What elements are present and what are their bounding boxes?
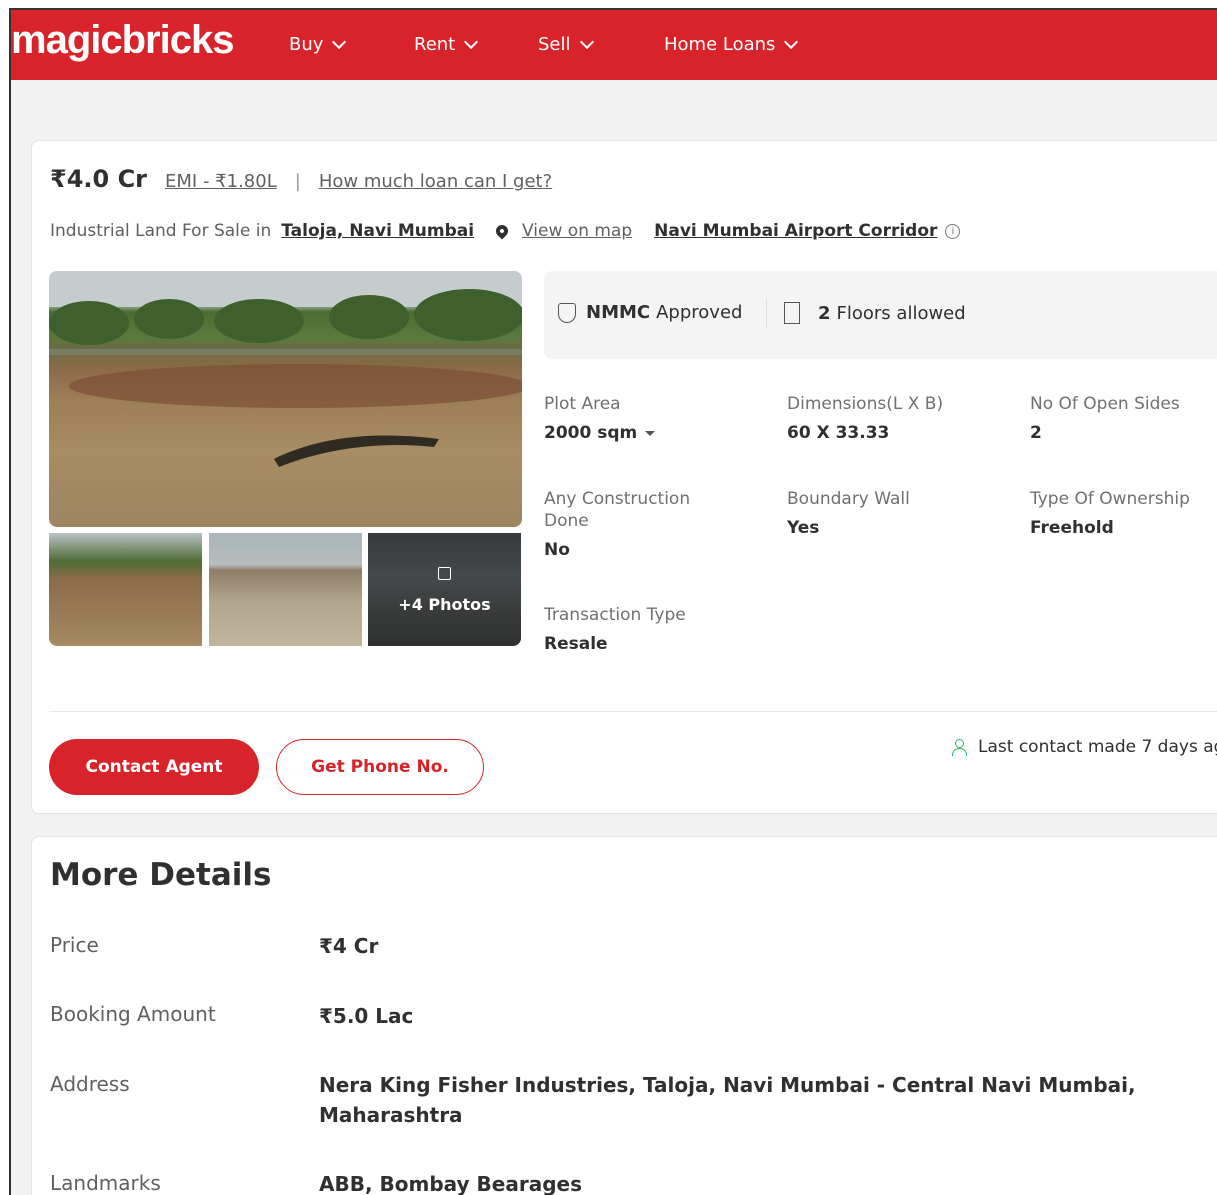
attr-ownership: Type Of Ownership Freehold	[1030, 488, 1217, 538]
detail-value: ₹5.0 Lac	[319, 1004, 414, 1028]
gallery-icon	[438, 567, 451, 580]
attr-label: Dimensions(L X B)	[787, 394, 944, 414]
user-icon	[952, 739, 967, 756]
property-type-text: Industrial Land For Sale in	[50, 221, 272, 241]
separator: |	[294, 171, 301, 192]
listing-price: ₹4.0 Cr	[50, 165, 148, 193]
attr-open-sides: No Of Open Sides 2	[1030, 393, 1217, 443]
attr-label: Transaction Type	[544, 605, 686, 625]
chevron-down-icon	[332, 34, 347, 50]
feature-bar: NMMC Approved 2 Floors allowed	[544, 271, 1217, 359]
more-photos-thumbnail[interactable]: +4 Photos	[368, 533, 521, 646]
approval-feature: NMMC Approved	[558, 302, 742, 323]
chevron-down-icon	[464, 34, 479, 50]
attr-label: Any Construction Done	[544, 489, 691, 531]
locality-link[interactable]: Taloja, Navi Mumbai	[281, 221, 474, 241]
photo-thumbnail[interactable]	[49, 533, 202, 646]
loan-eligibility-link[interactable]: How much loan can I get?	[319, 171, 552, 192]
attr-label: No Of Open Sides	[1030, 394, 1180, 414]
attr-value: 60 X 33.33	[787, 423, 890, 443]
attr-dimensions: Dimensions(L X B) 60 X 33.33	[787, 393, 987, 443]
magicbricks-logo[interactable]: magicbricks	[11, 18, 234, 63]
detail-value: ABB, Bombay Bearages	[319, 1172, 582, 1195]
shield-check-icon	[558, 302, 576, 323]
nav-sell[interactable]: Sell	[538, 34, 594, 55]
view-on-map-link[interactable]: View on map	[522, 221, 632, 241]
chevron-down-icon	[579, 34, 594, 50]
last-contact-text: Last contact made 7 days ago	[978, 737, 1217, 757]
divider	[49, 711, 1217, 712]
attr-value: No	[544, 540, 570, 560]
attr-label: Plot Area	[544, 394, 621, 414]
attr-construction: Any Construction Done No	[544, 488, 724, 560]
nav-buy[interactable]: Buy	[289, 34, 347, 55]
detail-value: ₹4 Cr	[319, 934, 379, 958]
chevron-down-icon	[784, 34, 799, 50]
floors-feature: 2 Floors allowed	[784, 302, 966, 324]
more-photos-label: +4 Photos	[398, 595, 491, 614]
main-property-photo[interactable]	[49, 271, 522, 527]
nav-sell-label: Sell	[538, 34, 571, 55]
caret-down-icon	[645, 430, 656, 436]
location-row: Industrial Land For Sale in Taloja, Navi…	[50, 221, 961, 241]
attr-value: Resale	[544, 634, 608, 654]
emi-link[interactable]: EMI - ₹1.80L	[165, 171, 277, 192]
thumbnail-overlay	[368, 533, 521, 646]
info-icon[interactable]: i	[945, 223, 961, 239]
approval-text: Approved	[656, 302, 743, 323]
contact-agent-button[interactable]: Contact Agent	[49, 739, 259, 795]
nav-home-loans[interactable]: Home Loans	[664, 34, 799, 55]
nav-rent[interactable]: Rent	[414, 34, 479, 55]
nav-home-loans-label: Home Loans	[664, 34, 776, 55]
floors-count: 2	[818, 302, 831, 324]
nav-buy-label: Buy	[289, 34, 324, 55]
attr-boundary-wall: Boundary Wall Yes	[787, 488, 987, 538]
main-photo-scene	[49, 271, 522, 467]
get-phone-button[interactable]: Get Phone No.	[276, 739, 484, 795]
approval-authority: NMMC	[586, 302, 651, 323]
attr-label: Boundary Wall	[787, 489, 910, 509]
price-row: ₹4.0 Cr EMI - ₹1.80L | How much loan can…	[50, 165, 552, 193]
photo-thumbnail[interactable]	[209, 533, 362, 646]
detail-value: Nera King Fisher Industries, Taloja, Nav…	[319, 1073, 1136, 1127]
nav-rent-label: Rent	[414, 34, 456, 55]
page-frame: magicbricks Buy Rent Sell Home Loans ₹4.…	[9, 8, 1217, 1195]
last-contact-info: Last contact made 7 days ago	[952, 737, 1217, 757]
detail-label: Landmarks	[50, 1171, 161, 1195]
attr-value: Yes	[787, 518, 820, 538]
attr-transaction: Transaction Type Resale	[544, 604, 744, 654]
section-title: More Details	[50, 857, 272, 893]
plot-area-value: 2000 sqm	[544, 423, 638, 443]
attr-label: Type Of Ownership	[1030, 489, 1190, 509]
building-icon	[784, 302, 800, 324]
more-details-card: More Details Price ₹4 Cr Booking Amount …	[31, 836, 1217, 1195]
top-nav-bar: magicbricks Buy Rent Sell Home Loans	[11, 10, 1217, 80]
attr-value: 2	[1030, 423, 1042, 443]
detail-label: Price	[50, 933, 99, 957]
detail-label: Address	[50, 1072, 130, 1096]
attr-plot-area: Plot Area 2000 sqm	[544, 393, 744, 443]
corridor-link[interactable]: Navi Mumbai Airport Corridor	[654, 221, 937, 241]
attr-value: Freehold	[1030, 518, 1114, 538]
divider	[766, 299, 767, 329]
attr-value[interactable]: 2000 sqm	[544, 423, 744, 443]
listing-card: ₹4.0 Cr EMI - ₹1.80L | How much loan can…	[31, 140, 1217, 814]
floors-text: Floors allowed	[836, 302, 966, 324]
map-pin-icon	[493, 222, 511, 240]
detail-label: Booking Amount	[50, 1002, 216, 1026]
